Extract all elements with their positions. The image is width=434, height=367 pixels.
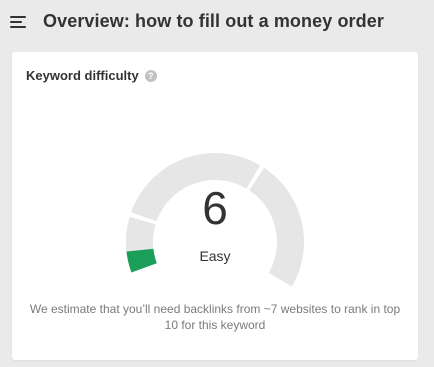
- page-title: Overview: how to fill out a money order: [43, 11, 384, 31]
- page-header: Overview: how to fill out a money order: [0, 0, 434, 46]
- difficulty-score: 6: [202, 182, 228, 234]
- keyword-difficulty-card: Keyword difficulty ? 6 Easy We estimate …: [12, 52, 418, 360]
- difficulty-description: We estimate that you’ll need backlinks f…: [29, 302, 401, 332]
- menu-icon[interactable]: [10, 15, 26, 29]
- difficulty-level: Easy: [199, 248, 231, 264]
